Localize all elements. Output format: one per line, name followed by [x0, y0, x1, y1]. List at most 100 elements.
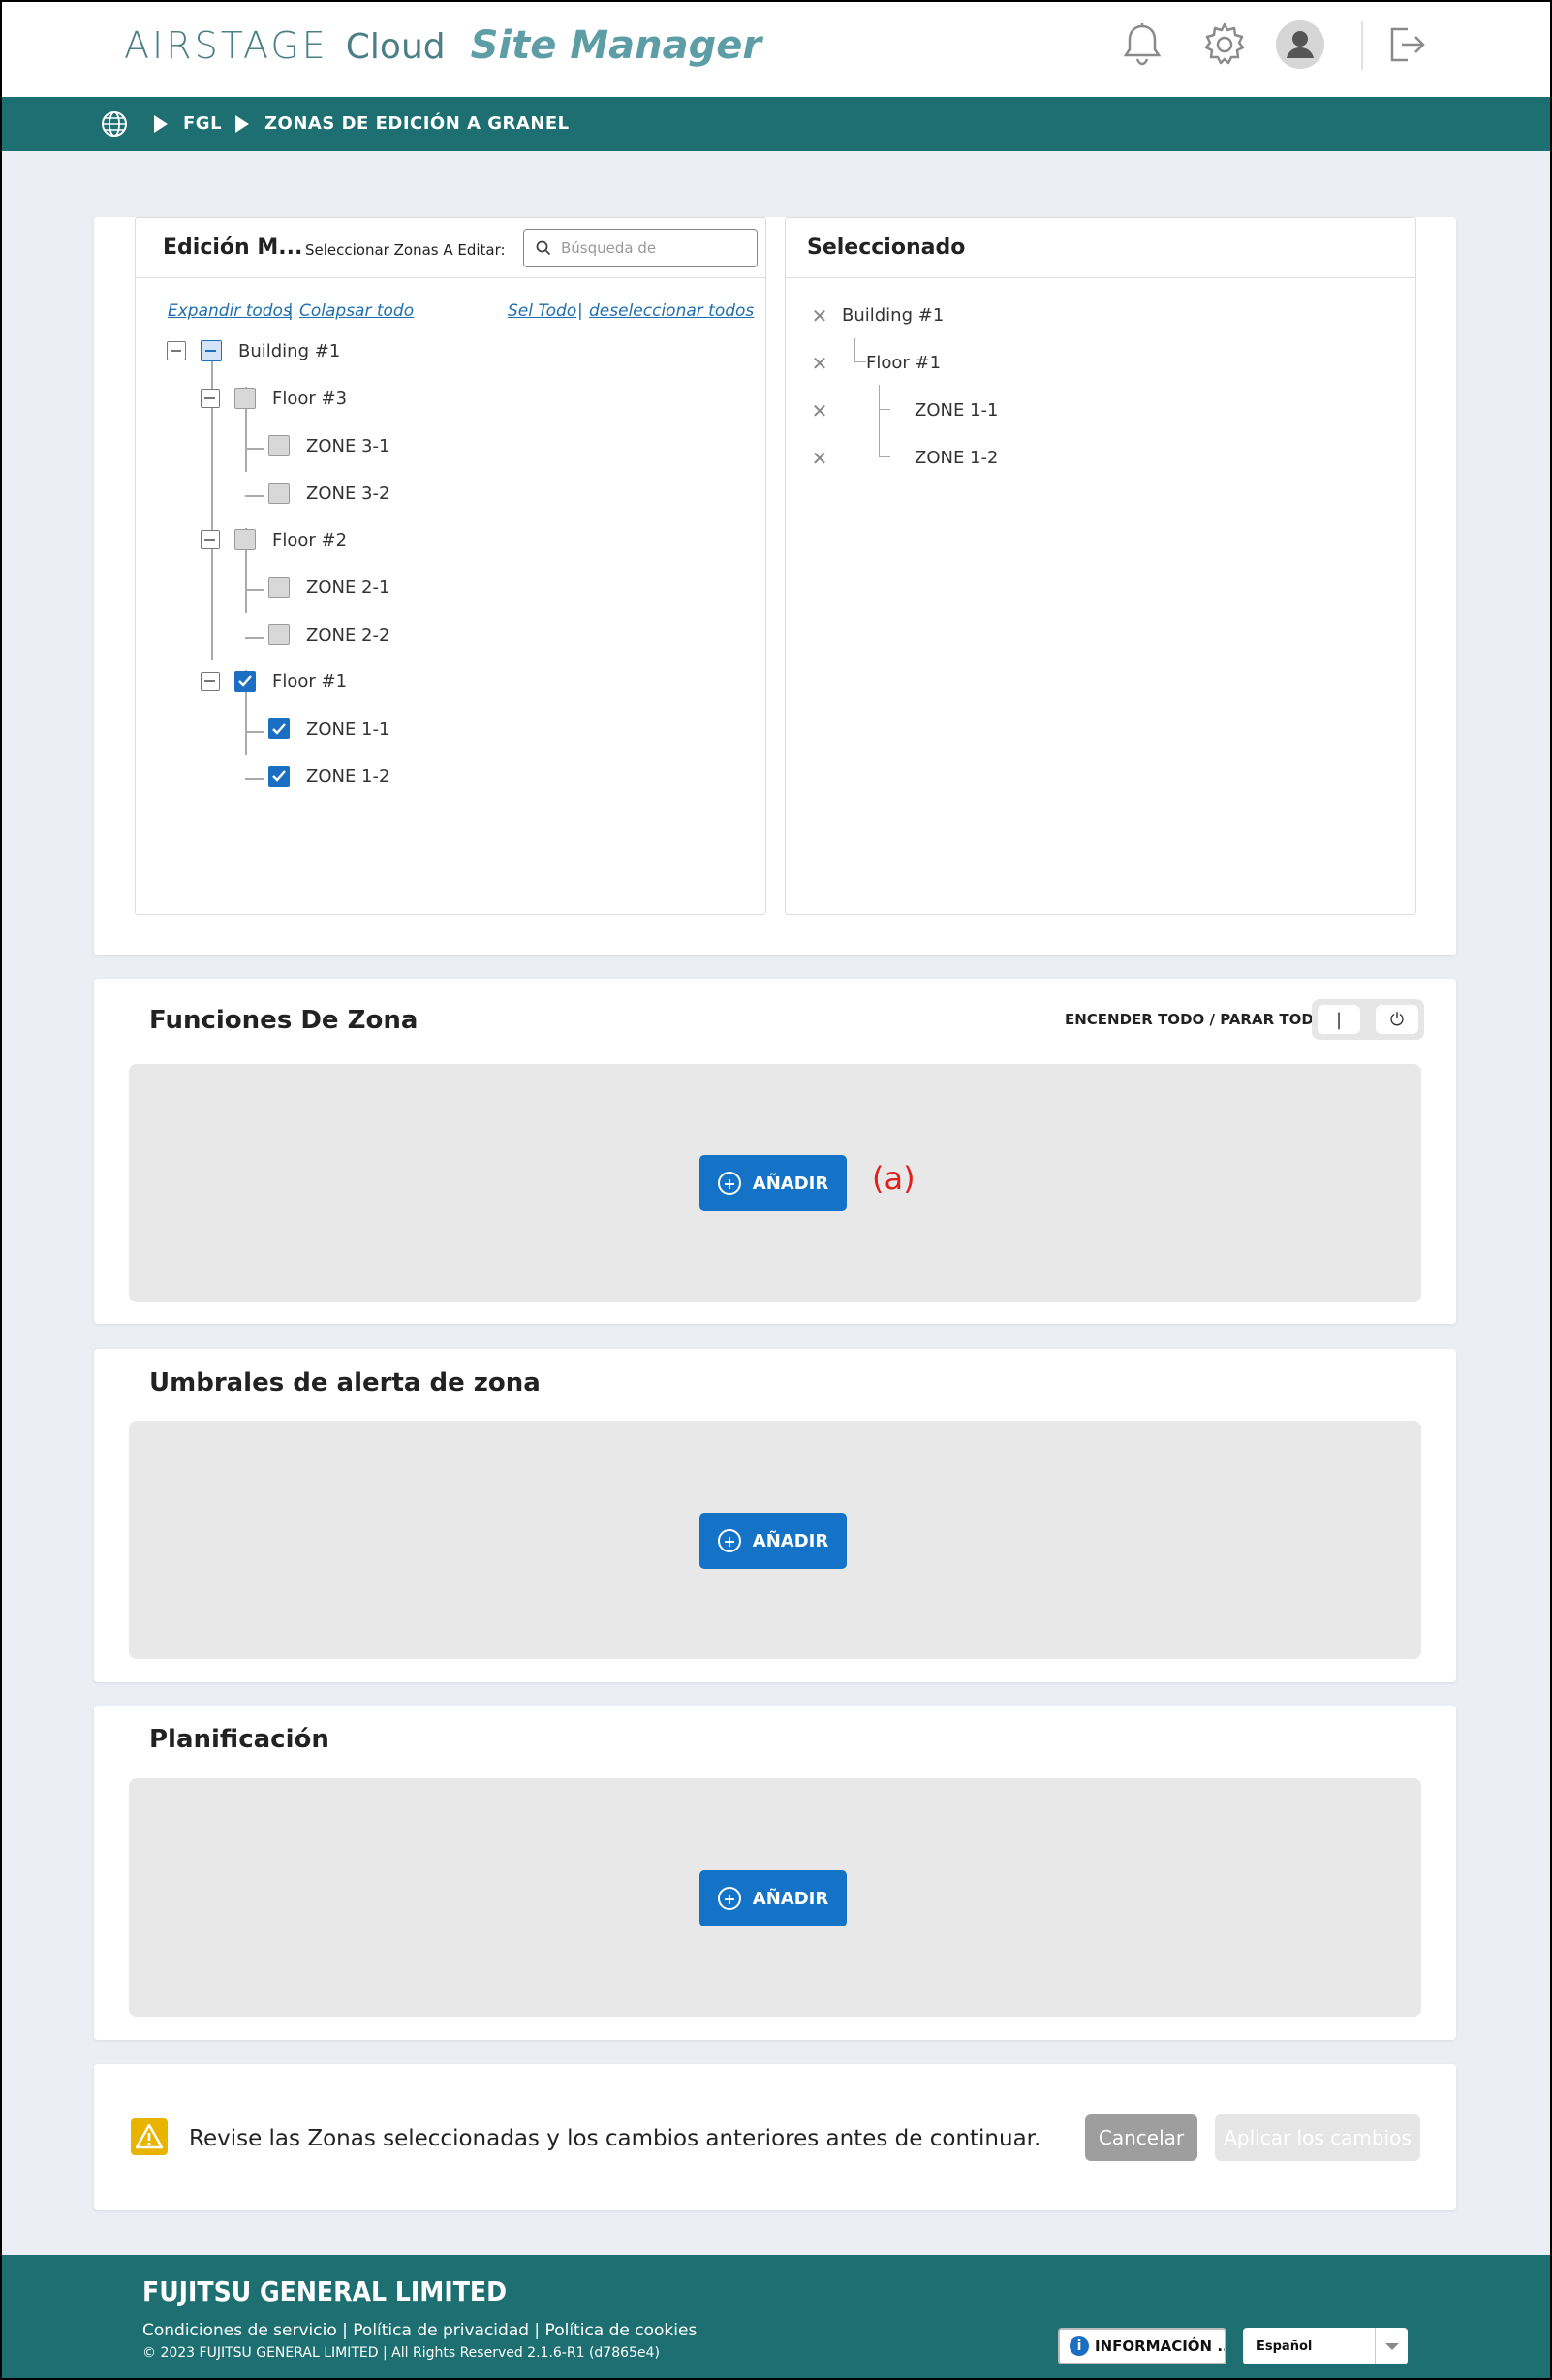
remove-zone-1-2-icon[interactable]: ✕ [810, 449, 829, 468]
tree-line [245, 495, 264, 497]
tree-line [245, 778, 264, 780]
confirm-message: Revise las Zonas seleccionadas y los cam… [189, 2126, 1041, 2151]
zone-functions-area: AÑADIR [129, 1064, 1421, 1302]
checkbox-floor-1[interactable] [234, 671, 256, 692]
remove-floor-1-icon[interactable]: ✕ [810, 354, 829, 373]
tree-line [245, 448, 264, 450]
tree-label-building-1: Building #1 [238, 341, 341, 361]
tree-label-floor-3: Floor #3 [272, 389, 348, 409]
plus-circle-icon [717, 1887, 741, 1910]
apply-changes-button[interactable]: Aplicar los cambios [1215, 2114, 1420, 2161]
scheduling-title: Planificación [149, 1725, 329, 1754]
breadcrumb: FGL ZONAS DE EDICIÓN A GRANEL [0, 97, 1552, 151]
language-select-divider [1375, 2328, 1376, 2364]
add-button-label: AÑADIR [752, 1173, 829, 1194]
checkbox-floor-3[interactable] [234, 388, 256, 409]
scheduling-area: AÑADIR [129, 1778, 1421, 2017]
alert-thresholds-title: Umbrales de alerta de zona [149, 1368, 541, 1397]
cancel-button[interactable]: Cancelar [1085, 2114, 1197, 2161]
all-off-power-icon[interactable]: ⏻ [1376, 1005, 1418, 1034]
collapse-all-link[interactable]: Colapsar todo [299, 301, 414, 321]
checkbox-zone-3-1[interactable] [268, 435, 290, 456]
breadcrumb-item-bulk-edit: ZONAS DE EDICIÓN A GRANEL [264, 113, 570, 134]
plus-circle-icon [717, 1172, 741, 1195]
footer-links[interactable]: Condiciones de servicio | Política de pr… [142, 2321, 697, 2340]
remove-zone-1-1-icon[interactable]: ✕ [810, 401, 829, 421]
information-button-label: INFORMACIÓN ... [1095, 2337, 1226, 2355]
alert-thresholds-area: AÑADIR [129, 1421, 1421, 1659]
brand-logo[interactable]: AIRSTAGE Cloud Site Manager [124, 23, 761, 68]
remove-building-1-icon[interactable]: ✕ [810, 306, 829, 326]
add-zone-function-button[interactable]: AÑADIR [699, 1155, 847, 1211]
notifications-bell-icon[interactable] [1115, 17, 1169, 72]
search-box[interactable] [523, 229, 758, 267]
settings-gear-icon[interactable] [1197, 17, 1252, 72]
selected-item-zone-1-1: ZONE 1-1 [915, 400, 999, 421]
checkbox-zone-3-2[interactable] [268, 483, 290, 504]
checkmark-icon [238, 675, 252, 687]
expand-all-link[interactable]: Expandir todos [168, 301, 292, 321]
confirm-changes-card: Revise las Zonas seleccionadas y los cam… [94, 2064, 1456, 2210]
footer-company-logo: FUJITSU GENERAL LIMITED [142, 2275, 508, 2307]
edit-panel-title: Edición M... [163, 235, 303, 260]
footer-copyright: © 2023 FUJITSU GENERAL LIMITED | All Rig… [142, 2345, 660, 2361]
add-alert-threshold-button[interactable]: AÑADIR [699, 1513, 847, 1569]
header-divider [1361, 21, 1363, 70]
breadcrumb-arrow-icon [154, 115, 168, 133]
annotation-label: (a) [872, 1160, 916, 1197]
breadcrumb-item-fgl[interactable]: FGL [183, 113, 222, 134]
chevron-down-icon [1385, 2343, 1399, 2350]
tree-label-zone-1-2: ZONE 1-2 [306, 767, 390, 787]
warning-icon [131, 2118, 168, 2155]
checkbox-building-1[interactable] [201, 340, 222, 361]
checkbox-zone-1-1[interactable] [268, 718, 290, 739]
user-avatar-icon[interactable] [1273, 17, 1327, 72]
tree-line [879, 385, 880, 456]
add-button-label: AÑADIR [752, 1888, 829, 1909]
tree-label-floor-2: Floor #2 [272, 530, 348, 550]
selected-item-zone-1-2: ZONE 1-2 [915, 448, 999, 468]
tree-label-zone-2-2: ZONE 2-2 [306, 625, 390, 645]
on-off-toggle-group: | ⏻ [1312, 999, 1424, 1040]
zone-selection-card: Edición M... Seleccionar Zonas A Editar:… [94, 217, 1456, 955]
information-button[interactable]: i INFORMACIÓN ... [1058, 2328, 1226, 2364]
search-input[interactable] [561, 237, 745, 259]
tree-line [245, 731, 264, 733]
zone-functions-title: Funciones De Zona [149, 1006, 419, 1035]
deselect-all-link[interactable]: deseleccionar todos [589, 301, 754, 321]
select-all-link[interactable]: Sel Todo [508, 301, 576, 321]
info-icon: i [1070, 2336, 1089, 2356]
tree-line [854, 338, 855, 361]
tree-expander-floor-2[interactable] [201, 530, 220, 549]
app-header: AIRSTAGE Cloud Site Manager [0, 0, 1552, 97]
selected-panel: Seleccionado ✕ Building #1 ✕ Floor #1 ✕ … [785, 217, 1416, 915]
checkmark-icon [272, 723, 286, 735]
tree-line [854, 361, 866, 362]
add-schedule-button[interactable]: AÑADIR [699, 1870, 847, 1926]
logout-icon[interactable] [1380, 17, 1434, 72]
tree-expander-floor-1[interactable] [201, 672, 220, 691]
globe-icon[interactable] [101, 110, 128, 141]
all-on-button[interactable]: | [1318, 1005, 1360, 1034]
scheduling-card: Planificación AÑADIR [94, 1706, 1456, 2040]
tree-expander-building[interactable] [167, 341, 186, 360]
on-off-label: ENCENDER TODO / PARAR TODO: [1065, 1011, 1332, 1028]
tree-label-zone-3-1: ZONE 3-1 [306, 436, 390, 456]
checkbox-floor-2[interactable] [234, 529, 256, 550]
brand-site-manager: Site Manager [470, 23, 762, 68]
tree-line [879, 456, 890, 457]
tree-label-floor-1: Floor #1 [272, 672, 348, 692]
breadcrumb-arrow-icon [235, 115, 249, 133]
selected-panel-title: Seleccionado [807, 235, 966, 260]
tree-line [879, 409, 890, 410]
selected-panel-header: Seleccionado [786, 218, 1415, 278]
search-icon [536, 240, 551, 256]
checkmark-icon [272, 770, 286, 782]
tree-line [245, 637, 264, 639]
checkbox-zone-2-1[interactable] [268, 577, 290, 598]
language-select[interactable]: Español [1243, 2328, 1408, 2364]
checkbox-zone-1-2[interactable] [268, 766, 290, 787]
checkbox-zone-2-2[interactable] [268, 624, 290, 645]
selected-item-floor-1: Floor #1 [866, 353, 942, 373]
tree-expander-floor-3[interactable] [201, 389, 220, 408]
